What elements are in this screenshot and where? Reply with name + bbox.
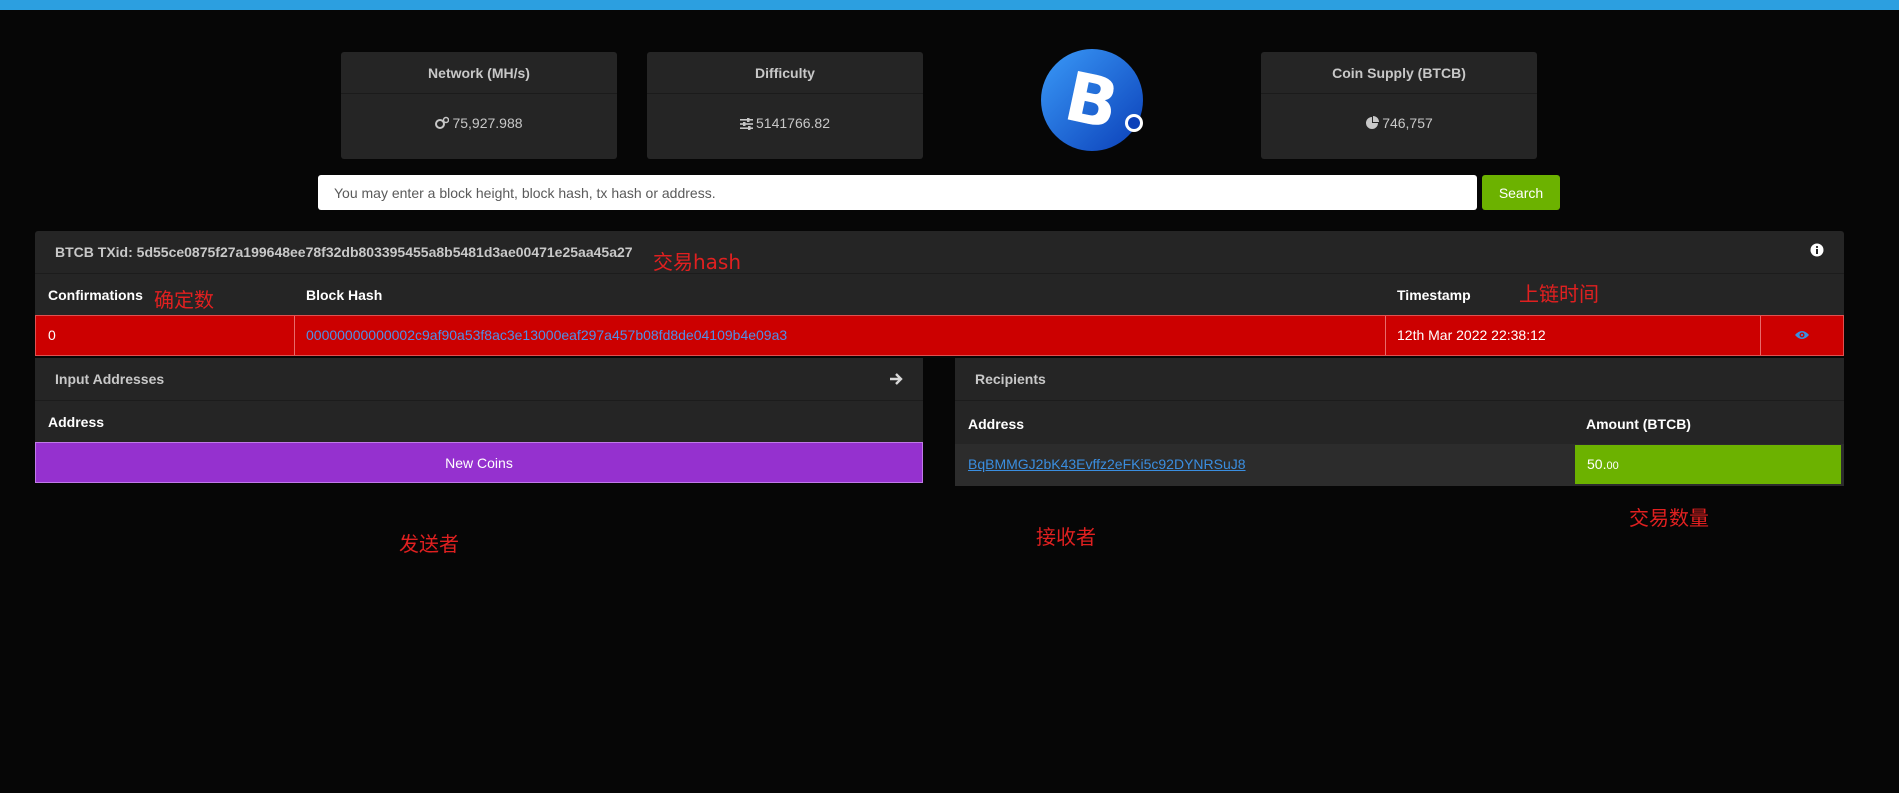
bitcoin-logo[interactable]: B bbox=[1040, 48, 1144, 152]
annotation-confirmations: 确定数 bbox=[154, 288, 214, 312]
recipient-address-link[interactable]: BqBMMGJ2bK43Evffz2eFKi5c92DYNRSuJ8 bbox=[968, 444, 1246, 484]
stat-value: 75,927.988 bbox=[452, 115, 523, 131]
recipients-header: Recipients bbox=[955, 358, 1844, 400]
table-row: 0 00000000000002c9af90a53f8ac3e13000eaf2… bbox=[35, 315, 1844, 356]
block-hash-link[interactable]: 00000000000002c9af90a53f8ac3e13000eaf297… bbox=[306, 316, 787, 355]
info-icon[interactable] bbox=[1810, 243, 1824, 257]
amount-dec: 00 bbox=[1606, 460, 1619, 472]
recipients-title: Recipients bbox=[975, 371, 1046, 387]
search-button[interactable]: Search bbox=[1482, 175, 1560, 210]
input-addresses-header: Input Addresses bbox=[35, 358, 923, 400]
col-amount: Amount (BTCB) bbox=[1586, 416, 1691, 432]
confirmations-value: 0 bbox=[48, 327, 56, 343]
annotation-tx-hash: 交易hash bbox=[653, 250, 742, 274]
txid-header: BTCB TXid: 5d55ce0875f27a199648ee78f32db… bbox=[35, 231, 1844, 273]
table-row: BqBMMGJ2bK43Evffz2eFKi5c92DYNRSuJ8 50.00 bbox=[955, 444, 1844, 486]
col-confirmations: Confirmations bbox=[48, 287, 143, 303]
col-address: Address bbox=[968, 416, 1025, 432]
recipients-table-header: Address Amount (BTCB) bbox=[955, 400, 1844, 444]
annotation-timestamp: 上链时间 bbox=[1519, 282, 1599, 306]
col-block-hash: Block Hash bbox=[306, 287, 383, 303]
timestamp-value: 12th Mar 2022 22:38:12 bbox=[1397, 327, 1546, 343]
search-input[interactable] bbox=[318, 175, 1477, 210]
stat-difficulty: Difficulty 5141766.82 bbox=[647, 52, 923, 159]
stat-value: 5141766.82 bbox=[756, 115, 830, 131]
annotation-amount: 交易数量 bbox=[1629, 506, 1709, 530]
col-timestamp: Timestamp bbox=[1397, 287, 1471, 303]
stat-title: Network (MH/s) bbox=[341, 52, 617, 94]
amount-badge: 50.00 bbox=[1575, 445, 1841, 484]
stat-network: Network (MH/s) 75,927.988 bbox=[341, 52, 617, 159]
eye-icon[interactable] bbox=[1794, 329, 1810, 341]
annotation-sender: 发送者 bbox=[399, 532, 459, 556]
gears-icon bbox=[435, 116, 450, 129]
pie-chart-icon bbox=[1366, 116, 1380, 129]
stat-title: Difficulty bbox=[647, 52, 923, 94]
top-accent-bar bbox=[0, 0, 1899, 10]
sliders-icon bbox=[740, 118, 754, 130]
stat-title: Coin Supply (BTCB) bbox=[1261, 52, 1537, 94]
stat-coin-supply: Coin Supply (BTCB) 746,757 bbox=[1261, 52, 1537, 159]
arrow-right-icon[interactable] bbox=[889, 372, 903, 386]
txid-text: BTCB TXid: 5d55ce0875f27a199648ee78f32db… bbox=[55, 244, 633, 260]
input-col-address: Address bbox=[35, 400, 923, 442]
stat-value: 746,757 bbox=[1382, 115, 1433, 131]
input-addresses-title: Input Addresses bbox=[55, 371, 165, 387]
new-coins-row: New Coins bbox=[35, 442, 923, 483]
amount-int: 50. bbox=[1587, 456, 1607, 472]
annotation-receiver: 接收者 bbox=[1036, 525, 1096, 549]
